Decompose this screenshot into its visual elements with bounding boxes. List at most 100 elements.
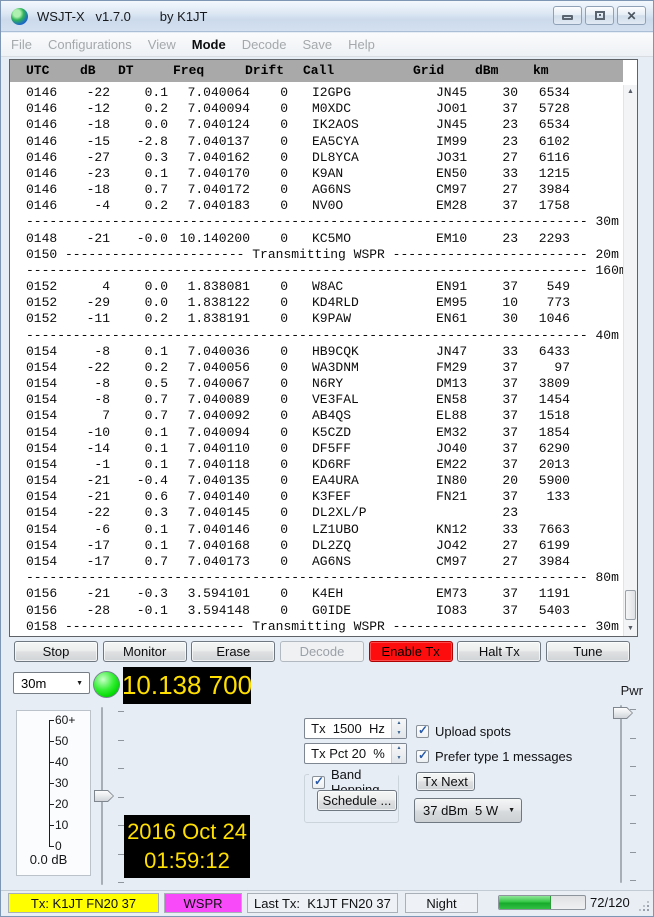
decode-row[interactable]: 015470.77.0400920AB4QSEL88371518 bbox=[10, 408, 623, 424]
scroll-thumb[interactable] bbox=[625, 590, 636, 620]
globe-icon bbox=[11, 8, 28, 25]
maximize-icon bbox=[595, 11, 605, 20]
tx-freq-value: Tx 1500 Hz bbox=[305, 719, 391, 738]
decode-row[interactable]: 0154-60.17.0401460LZ1UBOKN12337663 bbox=[10, 522, 623, 538]
decode-button[interactable]: Decode bbox=[280, 641, 364, 662]
vertical-scrollbar[interactable]: ▲ ▼ bbox=[623, 85, 637, 636]
frequency-value: 10.138 700 bbox=[122, 670, 252, 701]
decode-row[interactable]: 0154-80.57.0400670N6RYDM13373809 bbox=[10, 376, 623, 392]
band-select[interactable]: 30m ▼ bbox=[13, 672, 90, 694]
column-header-db: dB bbox=[80, 63, 96, 78]
spin-up-icon[interactable]: ▲ bbox=[392, 744, 406, 754]
enable-tx-button[interactable]: Enable Tx bbox=[369, 641, 453, 662]
resize-grip[interactable] bbox=[640, 902, 649, 911]
monitor-button[interactable]: Monitor bbox=[103, 641, 187, 662]
slider-handle[interactable] bbox=[94, 790, 114, 802]
table-header: UTCdBDTFreqDriftCallGriddBmkm bbox=[10, 60, 623, 82]
decode-row[interactable]: 0154-170.77.0401730AG6NSCM97273984 bbox=[10, 554, 623, 570]
menu-item-save[interactable]: Save bbox=[295, 37, 341, 52]
decode-row[interactable]: 0154-100.17.0400940K5CZDEM32371854 bbox=[10, 425, 623, 441]
maximize-button[interactable] bbox=[585, 6, 614, 25]
upload-spots-checkbox[interactable]: ✓ Upload spots bbox=[416, 724, 511, 739]
tx-next-button[interactable]: Tx Next bbox=[416, 772, 475, 791]
menu-item-file[interactable]: File bbox=[3, 37, 40, 52]
decode-row[interactable]: 0146-180.77.0401720AG6NSCM97273984 bbox=[10, 182, 623, 198]
status-mode-badge: WSPR bbox=[164, 893, 242, 913]
scroll-up-arrow-icon[interactable]: ▲ bbox=[624, 85, 637, 99]
decode-row[interactable]: 0148-21-0.010.1402000KC5MOEM10232293 bbox=[10, 231, 623, 247]
tx-pct-value: Tx Pct 20 % bbox=[305, 744, 391, 763]
decode-row[interactable]: 0156-28-0.13.5941480G0IDEIO83375403 bbox=[10, 603, 623, 619]
transmit-row[interactable]: 0158 ----------------------- Transmittin… bbox=[10, 619, 623, 635]
table-body[interactable]: 0146-220.17.0400640I2GPGJN453065340146-1… bbox=[10, 85, 623, 635]
decode-row[interactable]: 0156-21-0.33.5941010K4EHEM73371191 bbox=[10, 586, 623, 602]
decode-row[interactable]: 0154-220.37.0401450DL2XL/P23 bbox=[10, 505, 623, 521]
band-select-value: 30m bbox=[21, 676, 46, 691]
checkbox-checked-icon: ✓ bbox=[416, 725, 429, 738]
window-title: WSJT-X v1.7.0 by K1JT bbox=[37, 9, 208, 24]
decode-row[interactable]: 0154-10.17.0401180KD6RFEM22372013 bbox=[10, 457, 623, 473]
scroll-down-arrow-icon[interactable]: ▼ bbox=[624, 622, 637, 636]
spin-down-icon[interactable]: ▼ bbox=[392, 754, 406, 764]
spinner-buttons[interactable]: ▲ ▼ bbox=[391, 744, 406, 763]
title-bar[interactable]: WSJT-X v1.7.0 by K1JT ✕ bbox=[1, 1, 653, 32]
menu-item-help[interactable]: Help bbox=[340, 37, 383, 52]
menu-item-view[interactable]: View bbox=[140, 37, 184, 52]
band-separator-row[interactable]: ----------------------------------------… bbox=[10, 328, 623, 344]
decode-row[interactable]: 0146-270.37.0401620DL8YCAJO31276116 bbox=[10, 150, 623, 166]
pwr-slider[interactable] bbox=[609, 703, 643, 887]
slider-groove bbox=[620, 705, 622, 883]
decode-row[interactable]: 0154-21-0.47.0401350EA4URAIN80205900 bbox=[10, 473, 623, 489]
decode-row[interactable]: 0154-210.67.0401400K3FEFFN2137133 bbox=[10, 489, 623, 505]
tx-pct-spinner[interactable]: Tx Pct 20 % ▲ ▼ bbox=[304, 743, 407, 764]
decode-row[interactable]: 0146-120.27.0400940M0XDCJO01375728 bbox=[10, 101, 623, 117]
tune-button[interactable]: Tune bbox=[546, 641, 630, 662]
band-separator-row[interactable]: ----------------------------------------… bbox=[10, 263, 623, 279]
status-tx-message: Tx: K1JT FN20 37 bbox=[8, 893, 159, 913]
decode-row[interactable]: 0154-170.17.0401680DL2ZQJO42276199 bbox=[10, 538, 623, 554]
decode-row[interactable]: 0146-230.17.0401700K9ANEN50331215 bbox=[10, 166, 623, 182]
status-bar: Tx: K1JT FN20 37 WSPR Last Tx: K1JT FN20… bbox=[1, 890, 653, 915]
prefer-type1-label: Prefer type 1 messages bbox=[435, 749, 572, 764]
decode-row[interactable]: 015240.01.8380810W8ACEN9137549 bbox=[10, 279, 623, 295]
decode-row[interactable]: 0154-80.17.0400360HB9CQKJN47336433 bbox=[10, 344, 623, 360]
transmit-row[interactable]: 0150 ----------------------- Transmittin… bbox=[10, 247, 623, 263]
halt-tx-button[interactable]: Halt Tx bbox=[457, 641, 541, 662]
spinner-buttons[interactable]: ▲ ▼ bbox=[391, 719, 406, 738]
decode-row[interactable]: 0152-110.21.8381910K9PAWEN61301046 bbox=[10, 311, 623, 327]
menu-item-mode[interactable]: Mode bbox=[184, 37, 234, 52]
spin-up-icon[interactable]: ▲ bbox=[392, 719, 406, 729]
tx-power-select[interactable]: 37 dBm 5 W ▼ bbox=[414, 798, 522, 823]
menu-item-decode[interactable]: Decode bbox=[234, 37, 295, 52]
schedule-button[interactable]: Schedule ... bbox=[317, 790, 397, 811]
stop-button[interactable]: Stop bbox=[14, 641, 98, 662]
decode-row[interactable]: 0146-180.07.0401240IK2AOSJN45236534 bbox=[10, 117, 623, 133]
minimize-icon bbox=[562, 15, 573, 20]
date-value: 2016 Oct 24 bbox=[127, 819, 247, 845]
minimize-button[interactable] bbox=[553, 6, 582, 25]
band-separator-row[interactable]: ----------------------------------------… bbox=[10, 214, 623, 230]
tx-freq-spinner[interactable]: Tx 1500 Hz ▲ ▼ bbox=[304, 718, 407, 739]
band-separator-row[interactable]: ----------------------------------------… bbox=[10, 570, 623, 586]
decode-row[interactable]: 0146-40.27.0401830NV0OEM28371758 bbox=[10, 198, 623, 214]
decode-row[interactable]: 0154-140.17.0401100DF5FFJO40376290 bbox=[10, 441, 623, 457]
decode-row[interactable]: 0154-80.77.0400890VE3FALEN58371454 bbox=[10, 392, 623, 408]
close-button[interactable]: ✕ bbox=[617, 6, 646, 25]
column-header-utc: UTC bbox=[26, 63, 49, 78]
tx-progress-bar bbox=[498, 895, 586, 910]
decode-row[interactable]: 0152-290.01.8381220KD4RLDEM9510773 bbox=[10, 295, 623, 311]
progress-label: 72/120 bbox=[590, 895, 630, 910]
meter-scale-label: 10 bbox=[55, 819, 68, 832]
status-period: Night bbox=[405, 893, 478, 913]
decode-row[interactable]: 0146-220.17.0400640I2GPGJN45306534 bbox=[10, 85, 623, 101]
rx-gain-slider[interactable] bbox=[93, 705, 127, 887]
decode-row[interactable]: 0146-15-2.87.0401370EA5CYAIM99236102 bbox=[10, 134, 623, 150]
erase-button[interactable]: Erase bbox=[191, 641, 275, 662]
spin-down-icon[interactable]: ▼ bbox=[392, 729, 406, 739]
checkbox-checked-icon: ✓ bbox=[416, 750, 429, 763]
column-header-call: Call bbox=[303, 63, 334, 78]
meter-scale-label: 50 bbox=[55, 735, 68, 748]
prefer-type1-checkbox[interactable]: ✓ Prefer type 1 messages bbox=[416, 749, 572, 764]
decode-row[interactable]: 0154-220.27.0400560WA3DNMFM293797 bbox=[10, 360, 623, 376]
menu-item-configurations[interactable]: Configurations bbox=[40, 37, 140, 52]
